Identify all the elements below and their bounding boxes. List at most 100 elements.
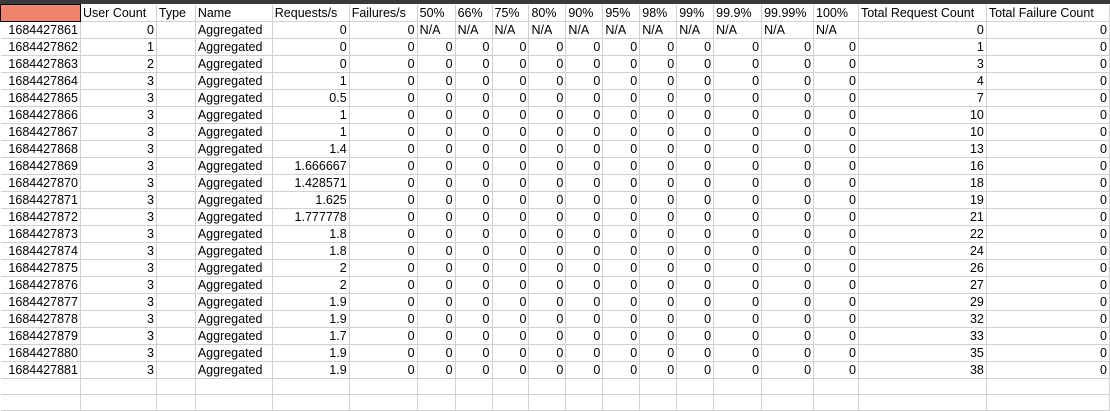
table-cell[interactable]: 1684427874 [0,242,81,260]
header-cell[interactable]: 100% [813,4,859,22]
table-cell[interactable]: 1684427878 [0,310,81,328]
table-cell[interactable]: 0 [417,72,456,90]
empty-cell[interactable] [528,394,567,411]
table-cell[interactable]: 1 [272,72,350,90]
table-cell[interactable]: 32 [858,310,987,328]
table-cell[interactable]: 0 [676,344,715,362]
table-cell[interactable]: 0 [639,38,678,56]
table-cell[interactable]: 0 [492,344,530,362]
table-cell[interactable]: 7 [858,89,987,107]
table-cell[interactable]: 0 [455,310,493,328]
table-cell[interactable]: 0 [455,191,493,209]
table-cell[interactable]: 0 [349,89,418,107]
table-cell[interactable]: N/A [676,21,715,39]
table-cell[interactable]: 0 [565,259,604,277]
empty-cell[interactable] [492,394,530,411]
empty-cell[interactable] [156,378,196,395]
table-cell[interactable]: 0 [349,174,418,192]
table-cell[interactable]: 0 [349,21,418,39]
table-cell[interactable]: 0 [813,327,859,345]
empty-cell[interactable] [713,378,763,395]
table-cell[interactable]: 38 [858,361,987,379]
table-cell[interactable]: 0 [986,72,1110,90]
table-cell[interactable]: 0 [602,55,641,73]
table-cell[interactable]: 0 [986,55,1110,73]
table-cell[interactable]: Aggregated [195,327,273,345]
empty-cell[interactable] [602,378,641,395]
empty-cell[interactable] [156,394,196,411]
table-cell[interactable]: 1.428571 [272,174,350,192]
table-cell[interactable]: 0 [639,89,678,107]
table-cell[interactable]: 0 [639,293,678,311]
table-cell[interactable]: 0 [813,157,859,175]
table-cell[interactable]: 0 [417,310,456,328]
table-cell[interactable]: 0 [417,225,456,243]
table-cell[interactable]: 0 [713,293,763,311]
table-cell[interactable]: 0 [492,276,530,294]
table-cell[interactable]: 0 [602,242,641,260]
table-cell[interactable]: 1684427868 [0,140,81,158]
table-cell[interactable]: 0 [455,276,493,294]
table-cell[interactable]: 0 [986,191,1110,209]
table-cell[interactable]: 0 [713,72,763,90]
empty-cell[interactable] [986,394,1110,411]
table-cell[interactable]: 0 [602,208,641,226]
empty-cell[interactable] [761,394,815,411]
table-cell[interactable]: 0 [528,140,567,158]
table-cell[interactable]: 0 [492,157,530,175]
table-cell[interactable]: 1684427863 [0,55,81,73]
table-cell[interactable]: 0 [455,225,493,243]
table-cell[interactable]: 1684427880 [0,344,81,362]
table-cell[interactable]: 0 [602,72,641,90]
table-cell[interactable]: 0 [417,276,456,294]
table-cell[interactable]: 0 [565,327,604,345]
table-cell[interactable]: 0 [713,140,763,158]
table-cell[interactable]: 3 [80,191,157,209]
empty-cell[interactable] [272,394,350,411]
table-cell[interactable]: 0 [565,310,604,328]
table-cell[interactable]: Aggregated [195,310,273,328]
table-cell[interactable]: 1684427879 [0,327,81,345]
table-cell[interactable]: N/A [492,21,530,39]
table-cell[interactable]: 1684427876 [0,276,81,294]
table-cell[interactable]: 0 [676,106,715,124]
table-cell[interactable]: 2 [80,55,157,73]
table-cell[interactable]: 0 [349,55,418,73]
table-cell[interactable]: Aggregated [195,21,273,39]
table-cell[interactable] [156,72,196,90]
table-cell[interactable]: 0 [676,55,715,73]
table-cell[interactable]: Aggregated [195,242,273,260]
table-cell[interactable]: 0 [713,361,763,379]
table-cell[interactable]: 0 [349,123,418,141]
table-cell[interactable]: 0 [813,310,859,328]
table-cell[interactable]: 0 [528,225,567,243]
table-cell[interactable]: 0 [761,38,815,56]
empty-cell[interactable] [195,394,273,411]
table-cell[interactable]: 0 [417,259,456,277]
table-cell[interactable]: 0 [455,208,493,226]
table-cell[interactable]: 0 [761,327,815,345]
table-cell[interactable]: 2 [272,276,350,294]
table-cell[interactable] [156,208,196,226]
table-cell[interactable]: 0 [713,310,763,328]
header-cell[interactable]: Name [195,4,273,22]
table-cell[interactable]: 0 [639,242,678,260]
table-cell[interactable]: 0 [813,106,859,124]
table-cell[interactable]: 1684427877 [0,293,81,311]
spreadsheet-grid[interactable]: User Count Type Name Requests/s Failures/s 50… [0,4,1110,411]
table-cell[interactable]: 0 [417,89,456,107]
empty-cell[interactable] [349,394,418,411]
table-cell[interactable]: 0 [492,310,530,328]
table-cell[interactable]: 0 [417,38,456,56]
table-cell[interactable]: 0 [565,344,604,362]
table-cell[interactable]: Aggregated [195,225,273,243]
table-cell[interactable] [156,327,196,345]
table-cell[interactable]: 0 [986,174,1110,192]
table-cell[interactable]: 3 [80,327,157,345]
table-cell[interactable] [156,106,196,124]
table-cell[interactable]: 1 [80,38,157,56]
empty-cell[interactable] [417,378,456,395]
header-cell[interactable]: Total Failure Count [986,4,1110,22]
table-cell[interactable]: 0 [349,106,418,124]
table-cell[interactable]: 0 [455,293,493,311]
